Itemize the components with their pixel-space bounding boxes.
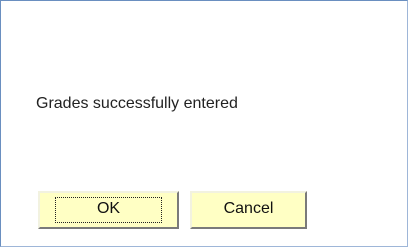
ok-button-label: OK: [96, 200, 121, 217]
cancel-button[interactable]: Cancel: [190, 191, 307, 229]
message-dialog: Grades successfully entered OK Cancel: [0, 0, 408, 247]
dialog-message: Grades successfully entered: [36, 95, 238, 112]
cancel-button-label: Cancel: [223, 200, 274, 217]
ok-button[interactable]: OK: [38, 191, 179, 229]
